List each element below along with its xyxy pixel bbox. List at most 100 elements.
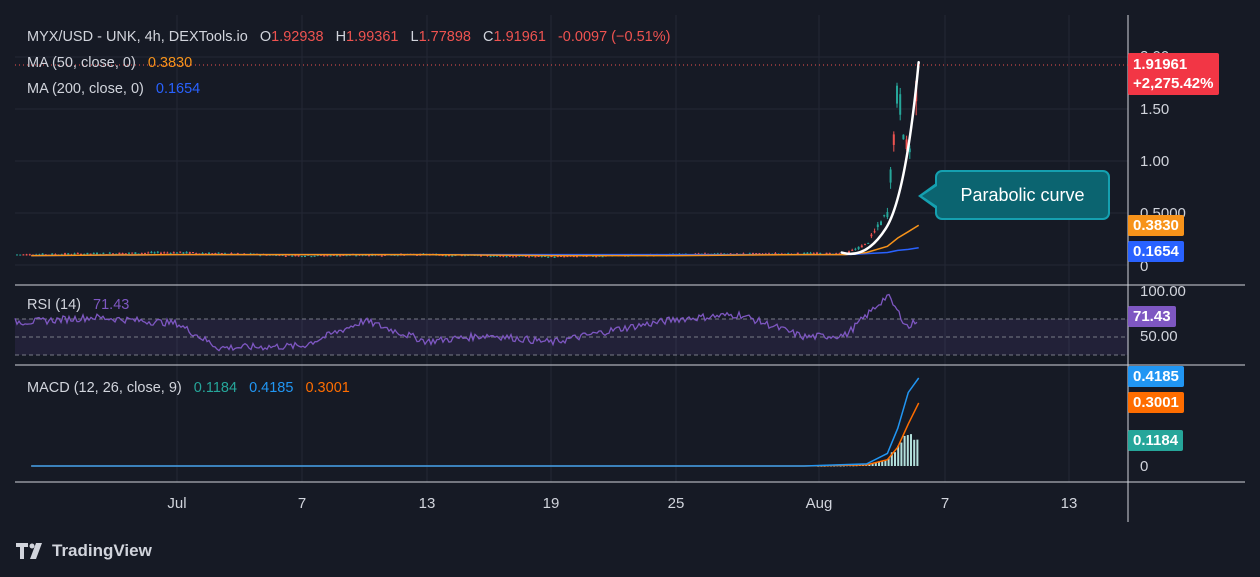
candle-body: [857, 246, 860, 250]
close-label: C: [483, 29, 494, 45]
candle-body: [124, 253, 127, 255]
signal-value-tag: 0.3001: [1128, 392, 1184, 413]
candle-body: [508, 255, 511, 257]
rsi-value-tag: 71.43: [1128, 306, 1176, 327]
x-tick-label: Jul: [167, 495, 187, 512]
ma200-value: 0.1654: [155, 81, 201, 97]
candle-body: [300, 256, 303, 258]
candle-body: [22, 254, 25, 256]
high-value: 1.99361: [346, 29, 399, 45]
candle-body: [796, 252, 799, 255]
candle-body: [867, 242, 870, 244]
candle-body: [131, 252, 134, 254]
candle-body: [553, 256, 556, 258]
rsi-label: RSI (14): [27, 297, 81, 313]
macd-zero-tick: 0: [1140, 458, 1149, 475]
last-price-change: +2,275.42%: [1133, 75, 1214, 92]
candle-body: [140, 253, 143, 255]
candle-body: [128, 252, 130, 254]
x-tick-label: 7: [297, 495, 307, 512]
candle-body: [880, 221, 882, 225]
candle-body: [851, 249, 854, 251]
ma50-label: MA (50, close, 0): [27, 55, 136, 71]
candle-body: [576, 256, 578, 258]
change-value: -0.0097 (−0.51%): [557, 29, 671, 45]
candle-body: [339, 255, 342, 257]
macd-label: MACD (12, 26, close, 9): [27, 380, 182, 396]
candle-body: [153, 252, 156, 254]
last-price-value: 1.91961: [1133, 56, 1188, 73]
candle-body: [889, 169, 892, 183]
candle-body: [214, 252, 217, 254]
open-value: 1.92938: [271, 29, 324, 45]
candle-body: [323, 255, 326, 257]
candle-body: [601, 256, 604, 258]
candle-body: [192, 252, 194, 254]
candle-body: [284, 255, 287, 257]
low-label: L: [410, 29, 419, 45]
candle-body: [86, 252, 89, 255]
rsi-legend: RSI (14) 71.43: [27, 297, 129, 313]
candle-body: [73, 253, 76, 255]
candle-body: [28, 254, 31, 256]
macd-line-value: 0.4185: [249, 380, 294, 396]
y-tick-label: 1.50: [1140, 101, 1170, 118]
x-tick-label: 13: [1060, 495, 1078, 512]
ma200-price-tag: 0.1654: [1128, 241, 1184, 262]
candle-body: [368, 255, 370, 257]
macd-value-tag: 0.4185: [1128, 366, 1184, 387]
candle-body: [76, 253, 79, 255]
macd-histogram-bar: [916, 439, 919, 466]
candle-body: [902, 134, 905, 140]
candle-body: [64, 253, 66, 255]
macd-histogram-bar: [897, 445, 900, 466]
ohlc-legend: MYX/USD - UNK, 4h, DEXTools.io O1.92938 …: [27, 29, 670, 45]
candle-body: [380, 255, 383, 257]
parabolic-curve-callout: Parabolic curve: [935, 170, 1110, 220]
candle-body: [67, 253, 70, 255]
ma50-price-tag: 0.3830: [1128, 215, 1184, 236]
candle-body: [150, 251, 153, 253]
candle-body: [809, 252, 812, 254]
candle-body: [310, 256, 313, 258]
macd-histogram-bar: [884, 460, 887, 466]
x-tick-label: 13: [418, 495, 436, 512]
candle-body: [160, 252, 162, 254]
x-tick-label: 19: [542, 495, 560, 512]
macd-signal-value: 0.3001: [305, 380, 350, 396]
candle-body: [166, 252, 169, 254]
hist-value-tag: 0.1184: [1128, 430, 1184, 451]
candle-body: [217, 252, 220, 254]
candle-body: [156, 251, 159, 253]
candle-body: [294, 255, 297, 257]
candle-body: [169, 252, 172, 254]
candle-body: [291, 255, 294, 257]
candle-body: [51, 253, 54, 255]
candle-body: [870, 234, 873, 237]
tradingview-icon: [16, 543, 42, 559]
tradingview-logo[interactable]: TradingView: [16, 541, 152, 561]
candle-body: [512, 256, 514, 258]
ma50-legend: MA (50, close, 0) 0.3830: [27, 55, 192, 71]
candle-body: [528, 256, 530, 258]
rsi-tick-label: 50.00: [1140, 328, 1178, 345]
candle-body: [25, 254, 28, 256]
macd-histogram-bar: [894, 452, 896, 466]
candle-body: [886, 211, 889, 218]
candle-body: [355, 255, 358, 257]
ma200-label: MA (200, close, 0): [27, 81, 144, 97]
candle-body: [96, 253, 98, 255]
candle-body: [595, 256, 598, 258]
candle-body: [444, 255, 447, 257]
candle-body: [147, 252, 150, 254]
candle-body: [304, 256, 306, 258]
x-tick-label: Aug: [805, 495, 833, 512]
callout-text: Parabolic curve: [960, 184, 1085, 205]
high-label: H: [335, 29, 347, 45]
open-label: O: [259, 29, 272, 45]
candle-body: [515, 256, 518, 258]
rsi-value: 71.43: [93, 297, 130, 313]
candle-body: [89, 253, 92, 255]
candle-body: [19, 254, 22, 256]
macd-histogram-bar: [900, 442, 903, 466]
